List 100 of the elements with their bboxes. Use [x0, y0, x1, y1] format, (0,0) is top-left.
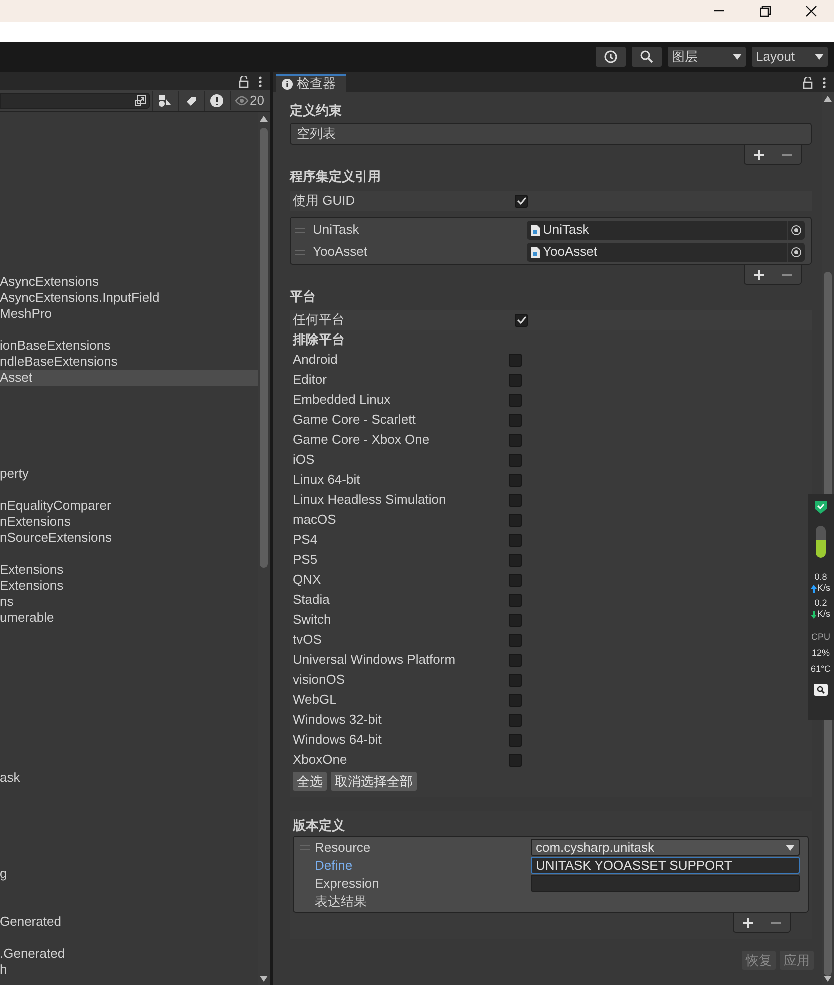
checkbox[interactable] [509, 574, 522, 586]
hierarchy-item[interactable]: .Generated [0, 946, 258, 962]
shield-check-icon [815, 500, 827, 514]
drag-handle-icon[interactable] [295, 250, 305, 254]
hierarchy-item[interactable]: Extensions [0, 578, 258, 594]
checkbox[interactable] [509, 374, 522, 386]
checkbox[interactable] [509, 434, 522, 446]
hierarchy-item[interactable]: umerable [0, 610, 258, 626]
menu-icon[interactable] [823, 77, 826, 89]
layout-dropdown[interactable]: Layout [752, 47, 828, 67]
platform-label: Linux 64-bit [293, 471, 362, 490]
hierarchy-item[interactable]: ndleBaseExtensions [0, 354, 258, 370]
hierarchy-item[interactable]: Extensions [0, 562, 258, 578]
field-label: UniTask [313, 221, 360, 240]
layers-dropdown[interactable]: 图层 [668, 47, 746, 67]
empty-list-box: 空列表 [290, 123, 812, 145]
field-label: YooAsset [313, 243, 368, 262]
package-dropdown[interactable]: com.cysharp.unitask [531, 839, 800, 856]
search-field[interactable] [0, 92, 150, 108]
checkbox[interactable] [509, 594, 522, 606]
hierarchy-item[interactable]: Generated [0, 914, 258, 930]
field-label: Resource [315, 838, 372, 857]
platform-label: Universal Windows Platform [293, 651, 457, 670]
hierarchy-item[interactable]: g [0, 866, 258, 882]
inspector-tab[interactable]: 检查器 [276, 74, 346, 92]
menu-icon[interactable] [259, 76, 262, 88]
platform-label: Android [293, 351, 339, 370]
lock-icon[interactable] [803, 77, 813, 89]
restore-icon[interactable] [760, 6, 770, 16]
close-icon[interactable] [806, 6, 816, 16]
checkbox[interactable] [509, 474, 522, 486]
checkbox[interactable] [509, 394, 522, 406]
hierarchy-item[interactable]: ionBaseExtensions [0, 338, 258, 354]
add-button[interactable] [742, 916, 754, 928]
plus-icon [754, 150, 764, 160]
checkbox[interactable] [509, 634, 522, 646]
memory-gauge-icon [816, 526, 826, 558]
checkbox[interactable] [509, 534, 522, 546]
object-field[interactable]: YooAsset [527, 242, 805, 262]
add-button[interactable] [753, 148, 765, 160]
checkbox[interactable] [509, 494, 522, 506]
platform-label: Stadia [293, 591, 331, 610]
history-icon[interactable] [604, 50, 618, 64]
checkbox[interactable] [509, 754, 522, 766]
checkbox[interactable] [509, 654, 522, 666]
checkbox[interactable] [509, 554, 522, 566]
checkbox[interactable] [509, 694, 522, 706]
hierarchy-item[interactable]: nSourceExtensions [0, 530, 258, 546]
checkbox[interactable] [509, 734, 522, 746]
checkbox[interactable] [509, 414, 522, 426]
checkbox[interactable] [509, 614, 522, 626]
checkbox[interactable] [509, 714, 522, 726]
visible-count: 20 [250, 92, 264, 110]
checkbox[interactable] [509, 354, 522, 366]
drag-handle-icon[interactable] [295, 228, 305, 232]
hierarchy-item[interactable]: nEqualityComparer [0, 498, 258, 514]
hierarchy-item[interactable]: Asset [0, 370, 258, 386]
hierarchy-item[interactable]: AsyncExtensions.InputField [0, 290, 258, 306]
upload-speed: 0.8 [814, 572, 828, 583]
section-heading: 程序集定义引用 [290, 168, 382, 186]
hierarchy-item[interactable]: ask [0, 770, 258, 786]
platform-label: Game Core - Xbox One [293, 431, 431, 450]
checkbox[interactable] [509, 514, 522, 526]
text-field[interactable]: UNITASK YOOASSET SUPPORT [531, 857, 800, 874]
field-label: 使用 GUID [293, 192, 356, 210]
select-button[interactable]: 全选 [293, 772, 327, 791]
hierarchy-item[interactable]: AsyncExtensions [0, 274, 258, 290]
hierarchy-item[interactable]: nExtensions [0, 514, 258, 530]
checkbox[interactable] [515, 194, 528, 208]
hierarchy-item[interactable]: ns [0, 594, 258, 610]
type-filter-icon [158, 94, 172, 108]
hierarchy-item[interactable]: MeshPro [0, 306, 258, 322]
platform-label: XboxOne [293, 751, 348, 770]
lock-icon[interactable] [239, 76, 249, 88]
search-button[interactable] [632, 47, 662, 67]
object-field[interactable]: UniTask [527, 220, 805, 240]
minus-icon [771, 922, 781, 924]
checkbox[interactable] [509, 674, 522, 686]
scroll-up-icon[interactable] [824, 96, 832, 102]
drag-handle-icon[interactable] [300, 845, 310, 850]
download-arrow-icon [811, 610, 818, 618]
history-button[interactable] [596, 47, 626, 67]
hierarchy-item[interactable]: perty [0, 466, 258, 482]
checkbox[interactable] [509, 454, 522, 466]
scroll-down-icon[interactable] [260, 976, 268, 982]
object-picker-icon[interactable] [791, 224, 802, 236]
scroll-up-icon[interactable] [260, 116, 268, 122]
search-mode-icon[interactable] [135, 94, 147, 106]
scrollbar-thumb[interactable] [260, 128, 268, 568]
select-button[interactable]: 取消选择全部 [331, 772, 417, 791]
object-picker-icon[interactable] [791, 246, 802, 258]
search-icon[interactable] [817, 686, 825, 694]
cpu-usage: 12% [812, 648, 830, 659]
search-icon[interactable] [640, 50, 654, 64]
text-field[interactable] [531, 875, 800, 892]
add-button[interactable] [753, 268, 765, 280]
checkbox[interactable] [515, 314, 528, 326]
magnifier-button[interactable] [814, 684, 828, 696]
hierarchy-item[interactable]: h [0, 962, 258, 978]
section-heading: 平台 [290, 288, 317, 306]
